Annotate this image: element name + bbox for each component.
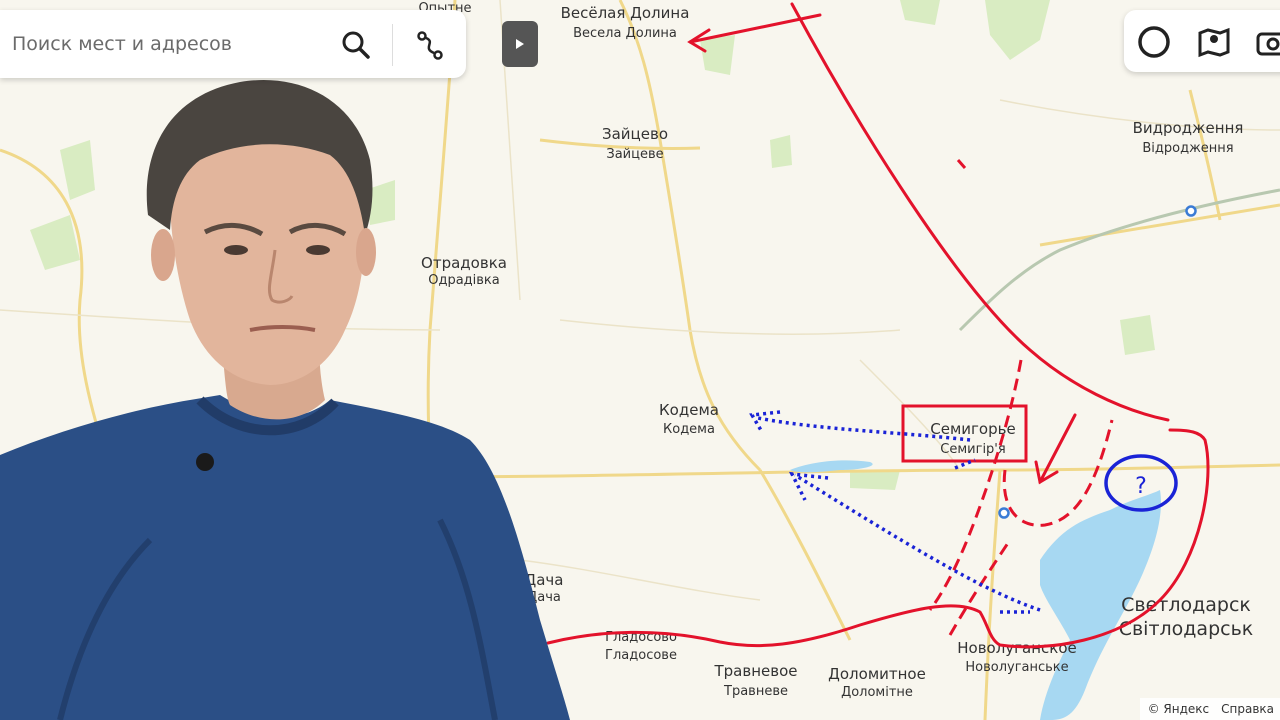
ear-left <box>151 229 175 281</box>
place-label-vidrodzhennya-2: Відродження <box>1142 141 1233 156</box>
place-label-travnevoe-ru: Травневое <box>714 662 798 680</box>
place-label-gladosovo-ua: Гладосове <box>605 648 677 663</box>
route-button[interactable] <box>412 28 448 62</box>
map-footer: © Яндекс Справка <box>1139 698 1280 720</box>
layers-icon <box>1138 26 1170 58</box>
place-label-novoluganskoe-ua: Новолуганське <box>965 660 1068 675</box>
place-label-veselaya-ua: Весела Долина <box>573 26 677 41</box>
help-link[interactable]: Справка <box>1221 702 1274 716</box>
layers-button[interactable] <box>1136 24 1172 60</box>
station-marker <box>998 507 1010 519</box>
place-label-dolomitnoe-ru: Доломитное <box>828 665 926 683</box>
camera-button[interactable] <box>1254 24 1280 60</box>
place-label-otradovka-ua: Одрадівка <box>428 273 500 288</box>
panorama-icon <box>1198 27 1230 58</box>
place-label-otradovka-ru: Отрадовка <box>421 254 507 272</box>
route-icon <box>417 31 443 60</box>
ear-right <box>356 228 376 276</box>
place-label-vidrodzhennya-1: Видродження <box>1133 119 1244 137</box>
map-canvas[interactable]: Опытне Весёлая Долина Весела Долина Зайц… <box>0 0 1280 720</box>
question-mark: ? <box>1135 474 1147 499</box>
place-label-svetlodarsk-ua: Світлодарськ <box>1119 618 1254 640</box>
search-button[interactable] <box>338 28 374 62</box>
station-marker <box>1185 205 1197 217</box>
map-controls-panel <box>1124 10 1280 72</box>
place-label-svetlodarsk-ru: Светлодарск <box>1121 594 1251 616</box>
place-label-kodema-ru: Кодема <box>659 401 719 419</box>
search-input[interactable] <box>12 30 322 58</box>
play-arrow-icon <box>516 39 524 49</box>
search-panel <box>0 10 466 78</box>
panorama-button[interactable] <box>1196 24 1232 60</box>
place-label-kodema-ua: Кодема <box>663 422 715 437</box>
place-label-zaitsevo-ru: Зайцево <box>602 125 668 143</box>
copyright-text: © Яндекс <box>1147 702 1210 716</box>
collapse-panel-button[interactable] <box>502 21 538 67</box>
place-label-zaitsevo-ua: Зайцеве <box>606 147 663 162</box>
search-icon <box>342 31 370 59</box>
camera-icon <box>1256 32 1280 56</box>
place-label-dolomitnoe-ua: Доломітне <box>841 685 913 700</box>
search-divider <box>392 24 393 66</box>
place-label-travnevoe-ua: Травневе <box>723 684 788 699</box>
place-label-veselaya-ru: Весёлая Долина <box>561 4 690 22</box>
